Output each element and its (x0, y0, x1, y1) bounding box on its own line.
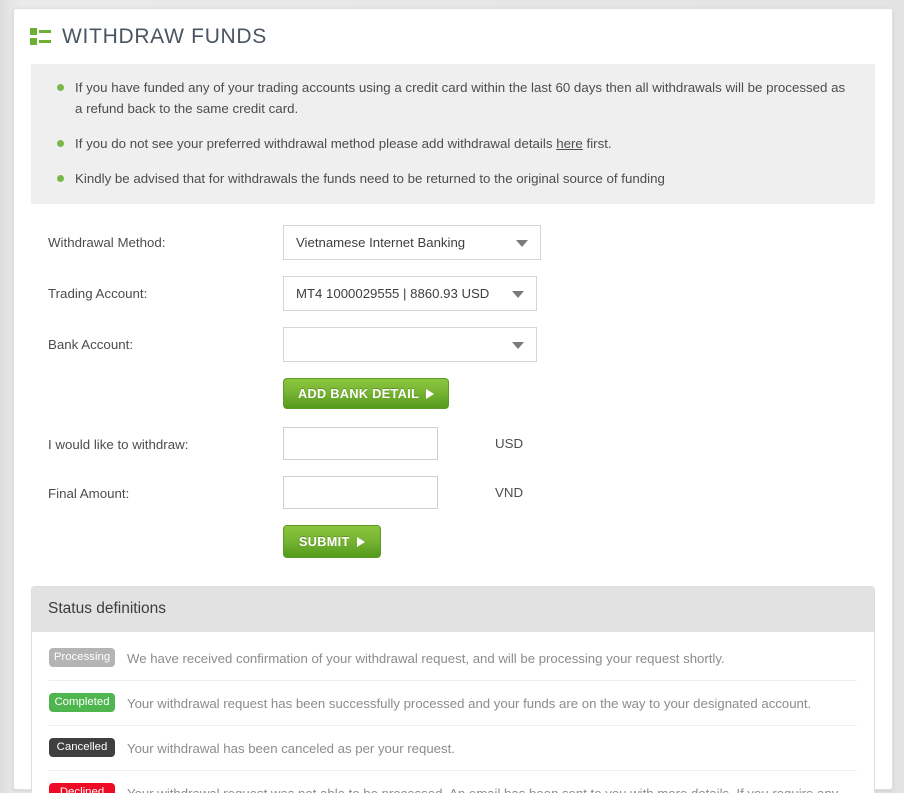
form-row-final-amount: Final Amount: VND (14, 476, 892, 509)
trading-account-value: MT4 1000029555 | 8860.93 USD (296, 286, 490, 301)
submit-row: SUBMIT (14, 525, 892, 558)
withdraw-amount-label: I would like to withdraw: (48, 437, 189, 452)
final-amount-input[interactable] (283, 476, 438, 509)
notice-text: Kindly be advised that for withdrawals t… (75, 171, 665, 186)
status-badge-processing: Processing (49, 648, 115, 667)
form-row-trading-account: Trading Account: MT4 1000029555 | 8860.9… (14, 276, 892, 311)
notice-text-tail: first. (582, 136, 612, 151)
status-row: Cancelled Your withdrawal has been cance… (49, 726, 857, 772)
status-definitions-panel: Status definitions Processing We have re… (31, 586, 875, 793)
here-link[interactable]: here (556, 136, 583, 151)
form-row-withdrawal-method: Withdrawal Method: Vietnamese Internet B… (14, 225, 892, 260)
withdrawal-method-label: Withdrawal Method: (48, 235, 166, 250)
withdrawal-method-value: Vietnamese Internet Banking (296, 235, 466, 250)
notice-text: If you do not see your preferred withdra… (75, 136, 557, 151)
chevron-down-icon (516, 239, 528, 247)
notice-text: If you have funded any of your trading a… (75, 80, 846, 116)
final-amount-currency: VND (495, 485, 524, 500)
trading-account-label: Trading Account: (48, 286, 148, 301)
withdraw-form: Withdrawal Method: Vietnamese Internet B… (14, 204, 892, 558)
chevron-down-icon (512, 341, 524, 349)
page-header: WITHDRAW FUNDS (14, 9, 892, 47)
status-row: Processing We have received confirmation… (49, 636, 857, 682)
withdrawal-method-select[interactable]: Vietnamese Internet Banking (283, 225, 541, 260)
status-description: Your withdrawal request has been success… (127, 696, 812, 712)
notice-box: If you have funded any of your trading a… (31, 64, 875, 204)
page-title: WITHDRAW FUNDS (62, 25, 267, 48)
status-badge-completed: Completed (49, 693, 115, 713)
status-definitions-list: Processing We have received confirmation… (32, 632, 874, 793)
status-description: Your withdrawal request was not able to … (127, 782, 857, 793)
status-definitions-title: Status definitions (32, 587, 874, 632)
form-row-withdraw-amount: I would like to withdraw: USD (14, 427, 892, 460)
submit-button[interactable]: SUBMIT (283, 525, 381, 558)
trading-account-select[interactable]: MT4 1000029555 | 8860.93 USD (283, 276, 537, 311)
withdraw-amount-input[interactable] (283, 427, 438, 460)
withdraw-amount-currency: USD (495, 436, 524, 451)
submit-label: SUBMIT (299, 534, 350, 549)
status-description: We have received confirmation of your wi… (127, 651, 725, 666)
status-badge-cancelled: Cancelled (49, 738, 115, 758)
notice-list: If you have funded any of your trading a… (49, 77, 855, 189)
add-bank-detail-label: ADD BANK DETAIL (298, 386, 420, 401)
status-badge-declined: Declined (49, 783, 115, 793)
notice-item: Kindly be advised that for withdrawals t… (49, 168, 855, 189)
status-row: Declined Your withdrawal request was not… (49, 771, 857, 793)
bank-account-label: Bank Account: (48, 337, 134, 352)
page-background: WITHDRAW FUNDS If you have funded any of… (0, 0, 904, 793)
add-bank-detail-button[interactable]: ADD BANK DETAIL (283, 378, 450, 409)
arrow-right-icon (356, 536, 365, 547)
list-grid-icon (30, 28, 51, 45)
bank-account-select[interactable] (283, 327, 537, 362)
final-amount-label: Final Amount: (48, 486, 130, 501)
withdraw-funds-card: WITHDRAW FUNDS If you have funded any of… (13, 8, 893, 793)
form-row-bank-account: Bank Account: (14, 327, 892, 362)
chevron-down-icon (512, 290, 524, 298)
notice-item: If you do not see your preferred withdra… (49, 133, 855, 154)
status-description: Your withdrawal has been canceled as per… (127, 741, 455, 757)
status-description-text: Your withdrawal request was not able to … (127, 786, 838, 793)
arrow-right-icon (426, 388, 435, 399)
status-row: Completed Your withdrawal request has be… (49, 681, 857, 727)
notice-item: If you have funded any of your trading a… (49, 77, 855, 119)
add-bank-detail-row: ADD BANK DETAIL (14, 378, 892, 409)
